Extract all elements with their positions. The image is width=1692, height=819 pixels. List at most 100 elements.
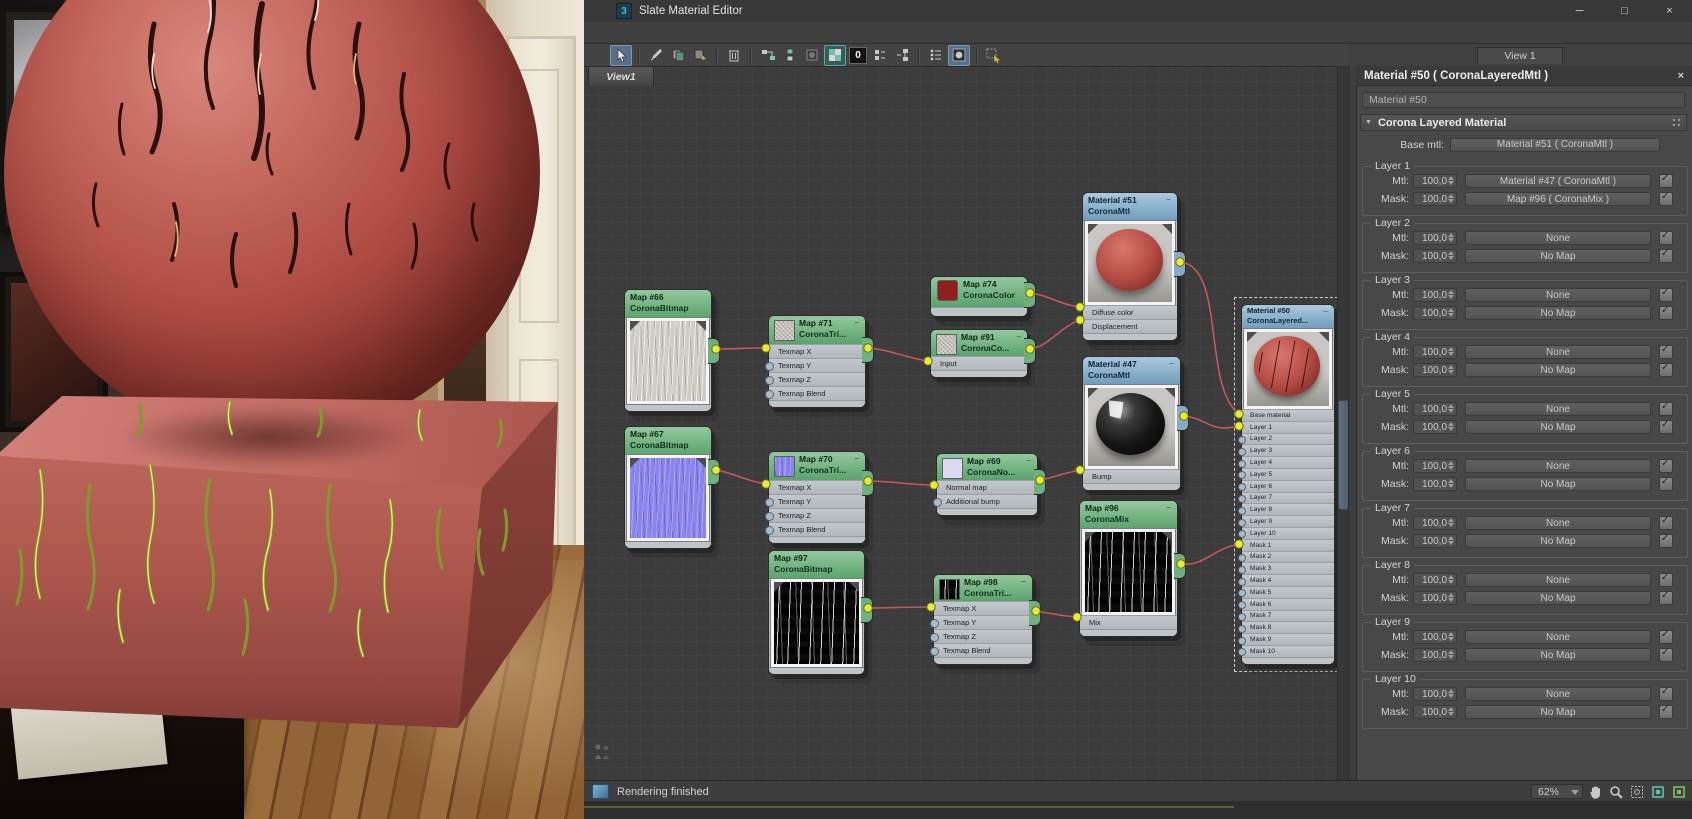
close-button[interactable]: ×: [1647, 0, 1692, 22]
mtl-spinner[interactable]: 100,0: [1413, 402, 1457, 416]
node-input-row[interactable]: Mask 6: [1242, 598, 1334, 610]
input-socket[interactable]: [1238, 530, 1246, 538]
menu-item[interactable]: [650, 22, 672, 44]
mask-button[interactable]: Map #96 ( CoronaMix ): [1465, 192, 1651, 206]
mask-spinner[interactable]: 100,0: [1413, 705, 1457, 719]
rollout-header[interactable]: ▼ Corona Layered Material: [1360, 114, 1687, 131]
mtl-button[interactable]: None: [1465, 288, 1651, 302]
node-input-row[interactable]: Texmap Z: [769, 372, 865, 386]
mask-spinner[interactable]: 100,0: [1413, 477, 1457, 491]
node-map74[interactable]: Map #74CoronaColor: [930, 276, 1028, 317]
mtl-checkbox[interactable]: [1659, 402, 1673, 416]
node-input-row[interactable]: Layer 6: [1242, 480, 1334, 492]
mtl-spinner[interactable]: 100,0: [1413, 174, 1457, 188]
input-socket[interactable]: [1238, 613, 1246, 621]
menu-item[interactable]: [738, 22, 760, 44]
mtl-button[interactable]: None: [1465, 687, 1651, 701]
input-socket[interactable]: [1238, 460, 1246, 468]
input-socket[interactable]: [930, 619, 939, 628]
mtl-checkbox[interactable]: [1659, 345, 1673, 359]
mtl-button[interactable]: None: [1465, 630, 1651, 644]
input-socket[interactable]: [930, 647, 939, 656]
input-socket[interactable]: [1238, 436, 1246, 444]
output-socket[interactable]: [1029, 600, 1041, 626]
mtl-spinner[interactable]: 100,0: [1413, 231, 1457, 245]
node-input-row[interactable]: Texmap Z: [769, 508, 865, 522]
node-input-row[interactable]: Normal map: [937, 480, 1037, 494]
mask-spinner[interactable]: 100,0: [1413, 420, 1457, 434]
node-map97[interactable]: Map #97CoronaBitmap: [768, 550, 865, 675]
node-preview[interactable]: [1085, 221, 1175, 305]
panel-header[interactable]: Material #50 ( CoronaLayeredMtl ) ×: [1356, 66, 1692, 86]
node-input-row[interactable]: Displacement: [1083, 319, 1177, 333]
material-name-input[interactable]: Material #50: [1362, 92, 1685, 108]
node-input-row[interactable]: Texmap Y: [934, 615, 1032, 629]
input-socket[interactable]: [1238, 589, 1246, 597]
node-input-row[interactable]: Texmap Blend: [769, 522, 865, 536]
node-input-row[interactable]: Mask 8: [1242, 621, 1334, 633]
zoom-extents-icon[interactable]: [1649, 783, 1667, 800]
node-preview[interactable]: [1244, 329, 1332, 409]
collapse-icon[interactable]: −: [1167, 360, 1176, 368]
zoom-extents-selected-icon[interactable]: [1670, 783, 1688, 800]
mtl-spinner[interactable]: 100,0: [1413, 345, 1457, 359]
mask-checkbox[interactable]: [1659, 363, 1673, 377]
node-input-row[interactable]: Mix: [1080, 615, 1177, 629]
mask-checkbox[interactable]: [1659, 249, 1673, 263]
node-map91[interactable]: Map #91CoronaCo... − Input: [930, 329, 1028, 378]
mask-button[interactable]: No Map: [1465, 420, 1651, 434]
canvas-tab-view1[interactable]: View1: [588, 66, 654, 86]
node-map96[interactable]: Map #96CoronaMix − Mix: [1079, 500, 1178, 637]
input-socket[interactable]: [765, 362, 774, 371]
show-grid-icon[interactable]: [824, 45, 846, 66]
node-input-row[interactable]: Layer 1: [1242, 421, 1334, 433]
select-tool-icon[interactable]: [610, 45, 632, 66]
zoom-region-icon[interactable]: [1628, 783, 1646, 800]
mtl-checkbox[interactable]: [1659, 288, 1673, 302]
input-socket[interactable]: [1238, 519, 1246, 527]
mask-checkbox[interactable]: [1659, 420, 1673, 434]
node-map70[interactable]: Map #70CoronaTri... − Texmap XTexmap YTe…: [768, 451, 866, 544]
input-socket[interactable]: [1238, 448, 1246, 456]
delete-icon[interactable]: [724, 46, 744, 65]
output-socket[interactable]: [1024, 338, 1036, 364]
mtl-button[interactable]: None: [1465, 231, 1651, 245]
minimize-button[interactable]: ─: [1557, 0, 1602, 22]
output-socket[interactable]: [1174, 553, 1186, 579]
mask-checkbox[interactable]: [1659, 648, 1673, 662]
input-socket[interactable]: [1238, 554, 1246, 562]
node-input-row[interactable]: Bump: [1083, 469, 1180, 483]
show-shaded-material-icon[interactable]: 0: [848, 46, 868, 65]
mtl-checkbox[interactable]: [1659, 630, 1673, 644]
input-socket[interactable]: [765, 526, 774, 535]
mask-checkbox[interactable]: [1659, 705, 1673, 719]
node-input-row[interactable]: Diffuse color: [1083, 305, 1177, 319]
node-input-row[interactable]: Layer 3: [1242, 444, 1334, 456]
node-input-row[interactable]: Layer 10: [1242, 527, 1334, 539]
output-socket[interactable]: [1034, 469, 1046, 495]
move-children-icon[interactable]: [758, 46, 778, 65]
maximize-button[interactable]: □: [1602, 0, 1647, 22]
title-bar[interactable]: 3 Slate Material Editor ─ □ ×: [584, 0, 1692, 23]
output-socket[interactable]: [1177, 405, 1189, 431]
input-socket[interactable]: [1238, 495, 1246, 503]
mask-button[interactable]: No Map: [1465, 477, 1651, 491]
node-mat51[interactable]: Material #51CoronaMtl − Diffuse colorDis…: [1082, 192, 1178, 341]
mtl-checkbox[interactable]: [1659, 516, 1673, 530]
node-map67[interactable]: Map #67CoronaBitmap: [624, 426, 712, 549]
mask-button[interactable]: No Map: [1465, 534, 1651, 548]
mask-spinner[interactable]: 100,0: [1413, 534, 1457, 548]
mtl-spinner[interactable]: 100,0: [1413, 288, 1457, 302]
collapse-icon[interactable]: −: [1014, 333, 1023, 341]
mask-button[interactable]: No Map: [1465, 591, 1651, 605]
input-socket[interactable]: [1238, 507, 1246, 515]
mtl-checkbox[interactable]: [1659, 231, 1673, 245]
collapse-icon[interactable]: −: [1019, 578, 1028, 586]
node-input-row[interactable]: Texmap X: [769, 344, 865, 358]
panel-close-icon[interactable]: ×: [1678, 70, 1684, 82]
zoom-icon[interactable]: [1607, 783, 1625, 800]
node-preview[interactable]: [627, 455, 709, 541]
output-socket[interactable]: [862, 337, 874, 363]
node-mat50[interactable]: Material #50CoronaLayered... − Base mate…: [1241, 304, 1335, 665]
node-preview[interactable]: [1082, 529, 1175, 615]
